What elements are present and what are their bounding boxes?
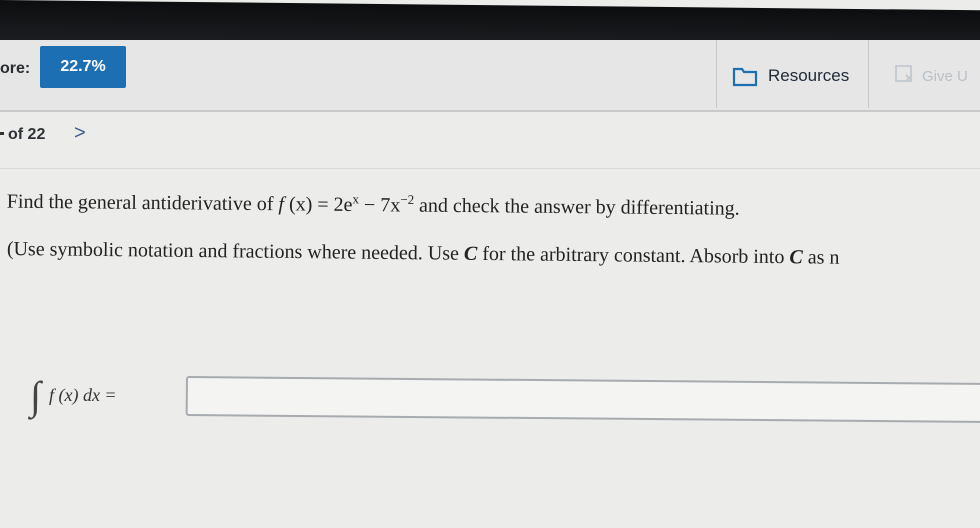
folder-icon	[732, 65, 758, 87]
resources-button[interactable]: Resources	[732, 60, 849, 92]
question-count: of 22	[8, 126, 46, 143]
give-up-button[interactable]: Give U	[894, 64, 968, 88]
integral-sign: ∫	[30, 373, 41, 418]
content-divider	[0, 168, 980, 169]
give-up-label: Give U	[922, 67, 968, 85]
question-nav: of 22 >	[0, 114, 980, 154]
give-up-icon	[894, 64, 916, 88]
answer-input[interactable]	[185, 376, 980, 424]
nav-dash	[0, 132, 4, 135]
instruction-text: (Use symbolic notation and fractions whe…	[6, 238, 840, 269]
score-badge: 22.7%	[40, 46, 126, 88]
score-label: ore:	[0, 60, 31, 77]
header-divider	[868, 40, 869, 108]
question-text: Find the general antiderivative of f (x)…	[6, 190, 740, 220]
resources-label: Resources	[768, 66, 850, 85]
integral-label: ∫ f (x) dx =	[30, 372, 117, 419]
header-divider	[716, 40, 717, 108]
assignment-header: ore: 22.7% Resources Give U	[0, 40, 980, 112]
integral-expression: f (x) dx =	[48, 385, 117, 405]
next-question-button[interactable]: >	[74, 122, 86, 145]
